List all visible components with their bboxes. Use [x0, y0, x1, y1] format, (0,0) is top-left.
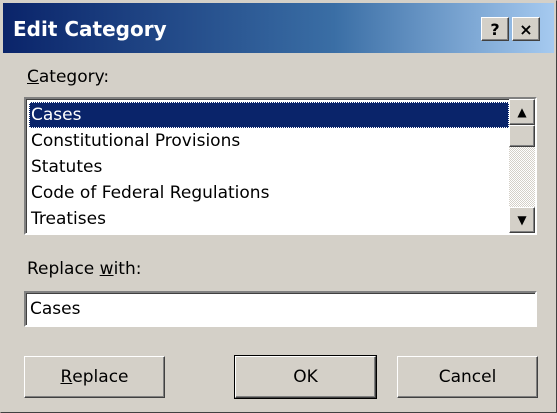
replace-button[interactable]: Replace — [24, 356, 165, 398]
list-item-cases[interactable]: Cases — [29, 102, 509, 128]
category-listbox[interactable]: Cases Constitutional Provisions Statutes… — [24, 97, 537, 235]
dialog-title: Edit Category — [13, 17, 167, 41]
cancel-button[interactable]: Cancel — [397, 356, 538, 398]
ok-button[interactable]: OK — [234, 355, 377, 399]
list-item-treatises[interactable]: Treatises — [29, 206, 509, 232]
list-item-constitutional-provisions[interactable]: Constitutional Provisions — [29, 128, 509, 154]
replace-with-input[interactable] — [24, 291, 537, 327]
title-bar[interactable]: Edit Category ? × — [3, 3, 554, 53]
arrow-down-icon: ▼ — [517, 213, 527, 227]
category-scrollbar[interactable]: ▲ ▼ — [509, 99, 535, 233]
replace-with-label: Replace with: — [27, 259, 142, 279]
scroll-thumb[interactable] — [509, 125, 535, 147]
arrow-up-icon: ▲ — [517, 105, 527, 119]
close-icon: × — [519, 19, 533, 39]
category-label: Category: — [27, 67, 110, 87]
list-item-code-of-federal-regulations[interactable]: Code of Federal Regulations — [29, 180, 509, 206]
scroll-down-button[interactable]: ▼ — [509, 207, 535, 233]
list-item-statutes[interactable]: Statutes — [29, 154, 509, 180]
close-button[interactable]: × — [512, 17, 540, 41]
scroll-up-button[interactable]: ▲ — [509, 99, 535, 125]
help-button[interactable]: ? — [481, 17, 509, 41]
help-icon: ? — [490, 19, 500, 39]
edit-category-dialog: Edit Category ? × Category: Cases Consti… — [0, 0, 557, 413]
